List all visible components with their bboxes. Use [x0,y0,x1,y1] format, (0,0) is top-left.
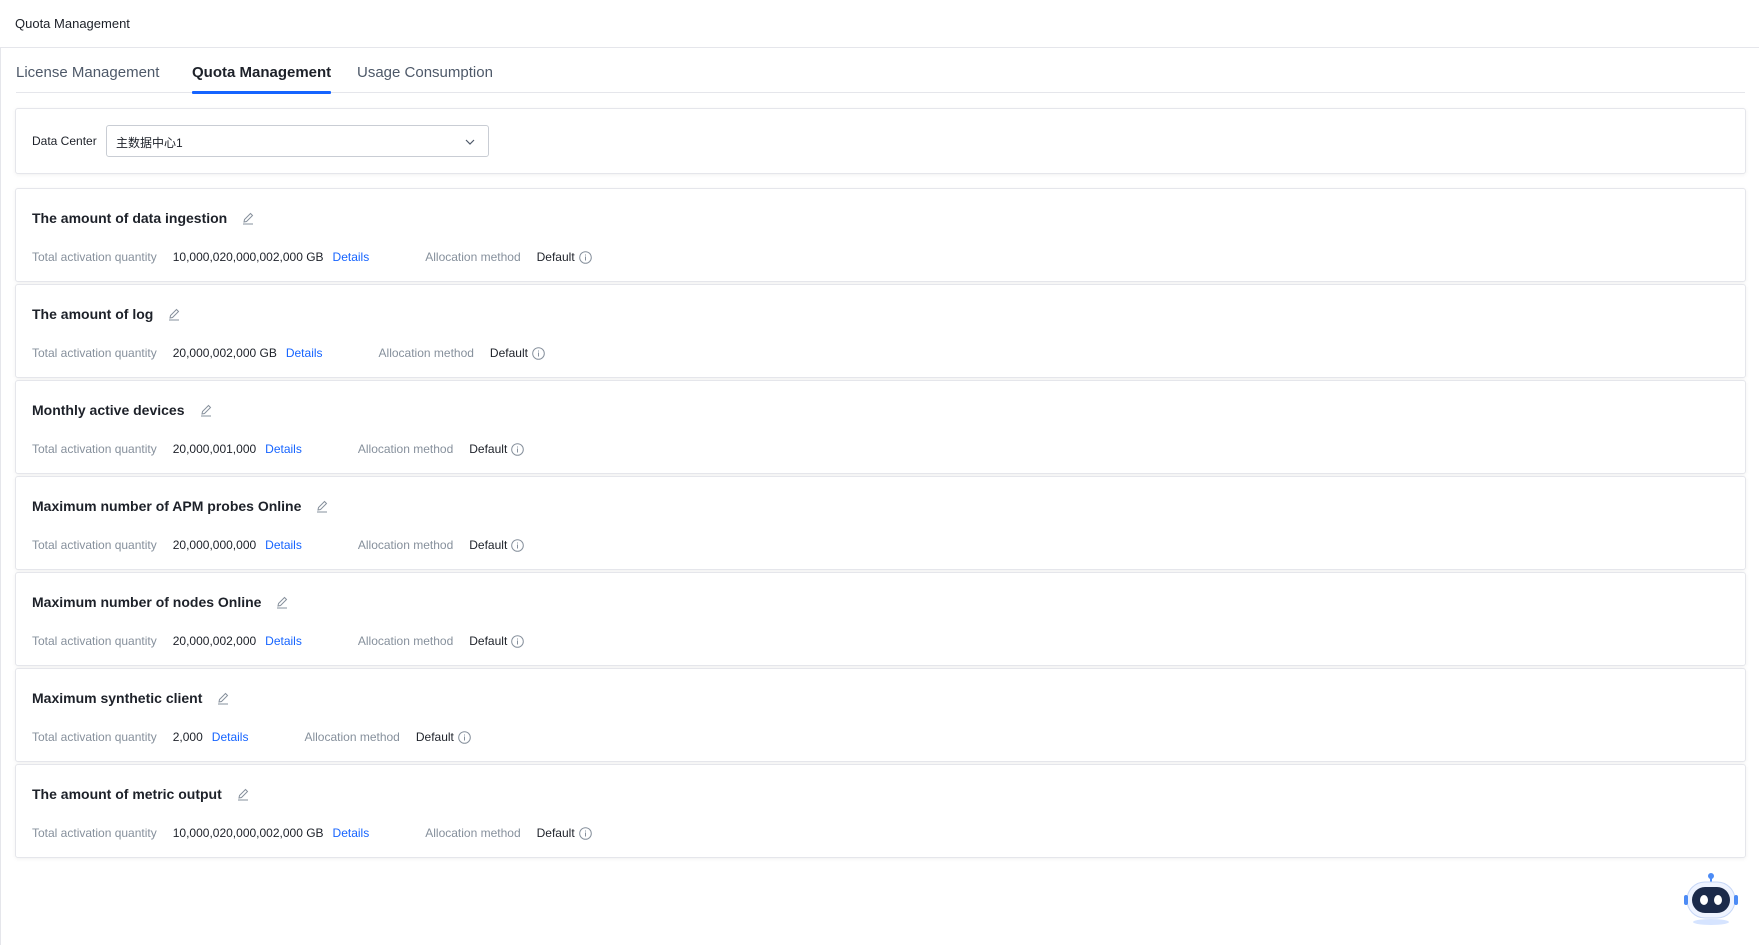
total-label: Total activation quantity [32,730,157,744]
quota-title-text: The amount of data ingestion [32,210,228,226]
allocation-label: Allocation method [425,250,521,264]
allocation-value: Default [536,826,575,840]
total-value: 10,000,020,000,002,000 GB [172,250,324,264]
total-label: Total activation quantity [32,538,157,552]
tab-bar: License Management Quota Management Usag… [16,48,1745,94]
tab-quota-management[interactable]: Quota Management [192,64,332,94]
allocation-label: Allocation method [425,826,521,840]
total-value: 20,000,001,000 [172,442,257,456]
details-link[interactable]: Details [265,442,302,456]
info-icon[interactable] [511,538,525,552]
quota-info-row: Total activation quantity 20,000,000,000… [32,538,525,552]
quota-card: Monthly active devices Total activation … [15,380,1746,474]
quota-info-row: Total activation quantity 20,000,001,000… [32,442,525,456]
tab-usage-consumption[interactable]: Usage Consumption [357,64,493,93]
top-bar: Quota Management [0,0,1759,48]
quota-title: Maximum synthetic client [32,690,230,706]
quota-title-text: Maximum number of nodes Online [32,594,262,610]
details-link[interactable]: Details [333,826,370,840]
quota-title: Maximum number of nodes Online [32,594,289,610]
total-value: 2,000 [172,730,203,744]
edit-icon[interactable] [315,499,329,513]
total-value: 10,000,020,000,002,000 GB [172,826,324,840]
total-label: Total activation quantity [32,250,157,264]
main-content: License Management Quota Management Usag… [0,48,1759,945]
allocation-label: Allocation method [378,346,474,360]
edit-icon[interactable] [241,211,255,225]
quota-title-text: Monthly active devices [32,402,185,418]
allocation-label: Allocation method [357,442,454,456]
quota-title: The amount of metric output [32,786,250,802]
allocation-value: Default [469,538,508,552]
total-value: 20,000,002,000 GB [172,346,277,360]
total-value: 20,000,000,000 [172,538,257,552]
quota-card: The amount of data ingestion Total activ… [15,188,1746,282]
quota-title: The amount of data ingestion [32,210,255,226]
details-link[interactable]: Details [265,634,302,648]
details-link[interactable]: Details [286,346,323,360]
info-icon[interactable] [511,442,525,456]
allocation-value: Default [415,730,454,744]
quota-card: The amount of metric output Total activa… [15,764,1746,858]
data-center-value: 主数据中心1 [116,136,183,150]
edit-icon[interactable] [199,403,213,417]
info-icon[interactable] [511,634,525,648]
allocation-label: Allocation method [357,634,454,648]
quota-title-text: The amount of log [32,306,154,322]
info-icon[interactable] [458,730,471,744]
allocation-label: Allocation method [304,730,400,744]
quota-card: Maximum number of nodes Online Total act… [15,572,1746,666]
quota-title-text: Maximum synthetic client [32,690,203,706]
total-label: Total activation quantity [32,442,157,456]
info-icon[interactable] [578,250,592,264]
robot-assistant-icon[interactable] [1683,870,1739,926]
info-icon[interactable] [578,826,592,840]
quota-title: Monthly active devices [32,402,213,418]
total-value: 20,000,002,000 [172,634,257,648]
quota-info-row: Total activation quantity 2,000 Details … [32,730,471,744]
edit-icon[interactable] [167,307,181,321]
quota-info-row: Total activation quantity 10,000,020,000… [32,826,592,840]
allocation-value: Default [469,442,508,456]
data-center-select[interactable]: 主数据中心1 [106,125,489,157]
info-icon[interactable] [532,346,545,360]
edit-icon[interactable] [236,787,250,801]
quota-info-row: Total activation quantity 20,000,002,000… [32,634,525,648]
quota-title-text: The amount of metric output [32,786,222,802]
allocation-value: Default [536,250,575,264]
allocation-value: Default [469,634,508,648]
edit-icon[interactable] [275,595,289,609]
quota-card: Maximum number of APM probes Online Tota… [15,476,1746,570]
chevron-down-icon [465,139,475,145]
edit-icon[interactable] [216,691,230,705]
details-link[interactable]: Details [265,538,302,552]
tab-license-management[interactable]: License Management [16,64,159,93]
data-center-label: Data Center [32,134,97,148]
total-label: Total activation quantity [32,826,157,840]
allocation-value: Default [489,346,528,360]
filter-card: Data Center 主数据中心1 [15,108,1746,174]
quota-title: Maximum number of APM probes Online [32,498,329,514]
quota-info-row: Total activation quantity 20,000,002,000… [32,346,545,360]
quota-info-row: Total activation quantity 10,000,020,000… [32,250,592,264]
quota-title-text: Maximum number of APM probes Online [32,498,302,514]
quota-card: The amount of log Total activation quant… [15,284,1746,378]
total-label: Total activation quantity [32,346,157,360]
quota-title: The amount of log [32,306,181,322]
quota-card: Maximum synthetic client Total activatio… [15,668,1746,762]
details-link[interactable]: Details [333,250,370,264]
total-label: Total activation quantity [32,634,157,648]
page-title: Quota Management [15,16,130,31]
allocation-label: Allocation method [357,538,454,552]
details-link[interactable]: Details [212,730,249,744]
